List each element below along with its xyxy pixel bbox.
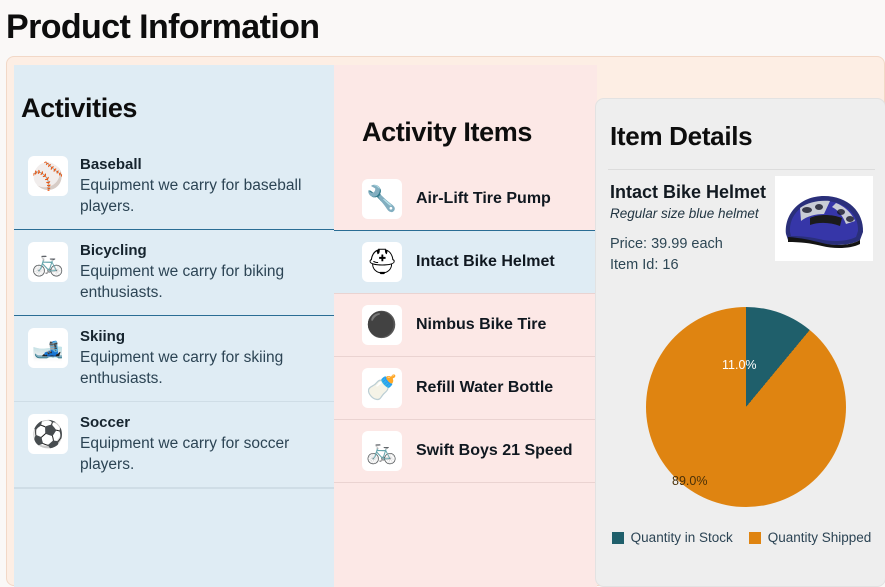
activity-name: Soccer <box>80 414 131 431</box>
item-details-body: Intact Bike Helmet Regular size blue hel… <box>596 170 885 276</box>
list-item[interactable]: ⛑ Intact Bike Helmet <box>334 230 597 294</box>
legend-item-stock[interactable]: Quantity in Stock <box>611 530 733 545</box>
item-label: Swift Boys 21 Speed <box>416 442 573 459</box>
activity-description: Equipment we carry for skiing enthusiast… <box>80 349 284 387</box>
item-details-panel: Item Details Intact Bike Helmet Regular … <box>595 98 885 587</box>
activity-name: Baseball <box>80 156 142 173</box>
pie-slice-label-stock: 11.0% <box>722 358 757 372</box>
activity-description: Equipment we carry for biking enthusiast… <box>80 263 285 301</box>
activities-panel: Activities ⚾ Baseball Equipment we carry… <box>14 65 334 587</box>
list-item[interactable]: 🔧 Air-Lift Tire Pump <box>334 167 597 231</box>
content-shell: Activities ⚾ Baseball Equipment we carry… <box>6 56 885 587</box>
item-details-heading: Item Details <box>610 121 753 151</box>
activities-list-filler <box>14 488 334 528</box>
chart-legend: Quantity in Stock Quantity Shipped <box>596 530 885 545</box>
tire-pump-icon: 🔧 <box>362 179 402 219</box>
activity-items-heading: Activity Items <box>362 117 532 147</box>
activity-items-panel: Activity Items 🔧 Air-Lift Tire Pump ⛑ In… <box>334 65 597 587</box>
soccer-ball-icon: ⚽ <box>28 414 68 454</box>
item-label: Nimbus Bike Tire <box>416 316 547 333</box>
list-item[interactable]: 🚲 Bicycling Equipment we carry for bikin… <box>14 229 334 316</box>
pie-slice-label-shipped: 89.0% <box>672 474 708 488</box>
item-label: Refill Water Bottle <box>416 379 554 396</box>
bicycle-icon: 🚲 <box>28 242 68 282</box>
bike-helmet-photo-graphic <box>785 195 864 248</box>
legend-swatch-stock <box>611 531 624 544</box>
activity-items-list: 🔧 Air-Lift Tire Pump ⛑ Intact Bike Helme… <box>334 167 597 483</box>
bicycle-icon: 🚲 <box>362 431 402 471</box>
list-item[interactable]: 🍼 Refill Water Bottle <box>334 356 597 420</box>
item-label: Intact Bike Helmet <box>416 253 555 270</box>
bike-helmet-photo <box>775 176 873 261</box>
ski-boot-icon: 🎿 <box>28 328 68 368</box>
legend-label-shipped: Quantity Shipped <box>767 530 872 545</box>
list-item[interactable]: 🎿 Skiing Equipment we carry for skiing e… <box>14 315 334 402</box>
activity-name: Bicycling <box>80 242 147 259</box>
legend-swatch-shipped <box>748 531 761 544</box>
baseball-icon: ⚾ <box>28 156 68 196</box>
activities-heading: Activities <box>21 93 138 123</box>
list-item[interactable]: ⚾ Baseball Equipment we carry for baseba… <box>14 143 334 230</box>
legend-label-stock: Quantity in Stock <box>630 530 733 545</box>
water-bottle-icon: 🍼 <box>362 368 402 408</box>
activities-list: ⚾ Baseball Equipment we carry for baseba… <box>14 143 334 528</box>
item-label: Air-Lift Tire Pump <box>416 190 551 207</box>
list-item[interactable]: ⚫ Nimbus Bike Tire <box>334 293 597 357</box>
legend-item-shipped[interactable]: Quantity Shipped <box>748 530 872 545</box>
stock-shipped-pie-chart: 11.0% 89.0% Quantity in Stock Quantity S… <box>596 294 885 586</box>
page-title: Product Information <box>6 8 320 46</box>
activity-name: Skiing <box>80 328 126 345</box>
bike-tire-icon: ⚫ <box>362 305 402 345</box>
bike-helmet-icon: ⛑ <box>362 242 402 282</box>
list-item[interactable]: 🚲 Swift Boys 21 Speed <box>334 419 597 483</box>
activity-description: Equipment we carry for baseball players. <box>80 177 302 215</box>
list-item[interactable]: ⚽ Soccer Equipment we carry for soccer p… <box>14 401 334 488</box>
activity-description: Equipment we carry for soccer players. <box>80 435 290 473</box>
